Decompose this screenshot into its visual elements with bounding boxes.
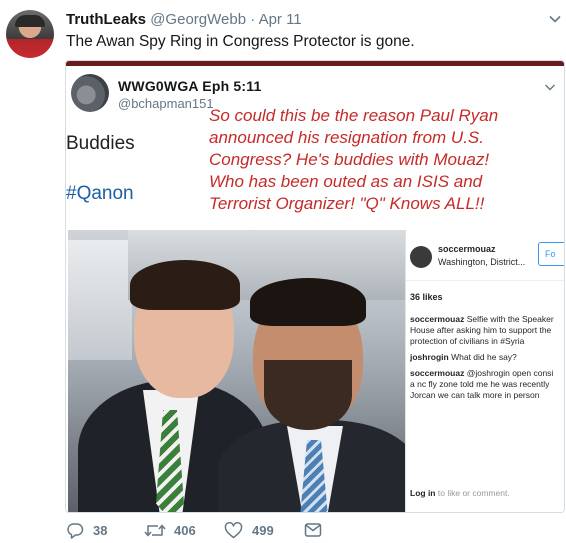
instagram-login-suffix: to like or comment.: [437, 488, 510, 498]
embedded-chevron-down-icon: [545, 84, 555, 91]
tweet-image[interactable]: WWG0WGA Eph 5:11 @bchapman151 Buddies #Q…: [65, 60, 565, 513]
comment-user: soccermouaz: [410, 314, 465, 324]
like-count: 499: [252, 523, 274, 538]
overlay-line: announced his resignation from U.S.: [209, 128, 484, 147]
comment-text: Jorcan we can talk more in person: [410, 390, 540, 400]
comment-user: joshrogin: [410, 352, 449, 362]
overlay-line: So could this be the reason Paul Ryan: [209, 106, 499, 125]
comment-text: Selfie with the Speaker: [466, 314, 554, 324]
chevron-down-icon[interactable]: [548, 12, 562, 26]
instagram-panel: soccermouaz Washington, District... Fo 3…: [405, 230, 564, 512]
author-handle[interactable]: @GeorgWebb: [150, 11, 246, 28]
reply-count: 38: [93, 523, 108, 538]
instagram-divider: [406, 280, 564, 281]
instagram-comment: Jorcan we can talk more in person: [410, 390, 564, 401]
author-name[interactable]: TruthLeaks: [66, 11, 146, 28]
embedded-hashtag-qanon: #Qanon: [66, 183, 134, 204]
instagram-login-prompt: Log in to like or comment.: [410, 488, 510, 498]
instagram-comment: House after asking him to support the: [410, 325, 564, 336]
image-top-bar: [66, 61, 564, 66]
instagram-comment: a nc fly zone told me he was recently: [410, 379, 564, 390]
embedded-avatar: [71, 74, 109, 112]
comment-text: a nc fly zone told me he was recently: [410, 379, 550, 389]
comment-user: soccermouaz: [410, 368, 465, 378]
overlay-line: Terrorist Organizer! "Q" Knows ALL!!: [209, 194, 485, 213]
selfie-photo: [68, 230, 406, 512]
instagram-location: Washington, District...: [438, 257, 526, 267]
instagram-likes: 36 likes: [410, 292, 443, 302]
instagram-comment: soccermouaz Selfie with the Speaker: [410, 314, 564, 325]
retweet-icon: [144, 524, 166, 537]
photo-window: [68, 240, 132, 360]
instagram-follow-button: Fo: [538, 242, 564, 266]
overlay-line: Congress? He's buddies with Mouaz!: [209, 150, 490, 169]
instagram-comment: soccermouaz @joshrogin open consi: [410, 368, 564, 379]
person-right-beard: [264, 360, 352, 430]
embedded-text-buddies: Buddies: [66, 133, 135, 154]
retweet-count: 406: [174, 523, 196, 538]
author-avatar[interactable]: [6, 10, 54, 58]
header-separator: ·: [250, 11, 256, 28]
reply-icon: [67, 523, 84, 539]
instagram-avatar: [410, 246, 432, 268]
overlay-line: Who has been outed as an ISIS and: [209, 172, 483, 191]
instagram-login-link: Log in: [410, 488, 436, 498]
envelope-icon: [304, 523, 322, 537]
comment-text: protection of civilians in #Syria: [410, 336, 525, 346]
comment-text: What did he say?: [451, 352, 517, 362]
instagram-username: soccermouaz: [438, 244, 496, 254]
person-right-hair: [250, 278, 366, 326]
heart-icon: [224, 522, 243, 539]
tweet-header: TruthLeaks @GeorgWebb · Apr 11: [66, 11, 302, 29]
overlay-caption: So could this be the reason Paul Ryan an…: [209, 105, 564, 215]
tweet-text: The Awan Spy Ring in Congress Protector …: [66, 33, 415, 50]
tweet-card: TruthLeaks @GeorgWebb · Apr 11 The Awan …: [0, 0, 566, 543]
tweet-date[interactable]: Apr 11: [259, 11, 302, 28]
comment-text: House after asking him to support the: [410, 325, 552, 335]
comment-text: @joshrogin open consi: [466, 368, 554, 378]
instagram-comment: joshrogin What did he say?: [410, 352, 564, 363]
instagram-comment: protection of civilians in #Syria: [410, 336, 564, 347]
avatar-cap: [15, 15, 45, 27]
embedded-author-name: WWG0WGA Eph 5:11: [118, 78, 262, 94]
person-left-hair: [130, 260, 240, 310]
embedded-author-handle: @bchapman151: [118, 96, 214, 111]
